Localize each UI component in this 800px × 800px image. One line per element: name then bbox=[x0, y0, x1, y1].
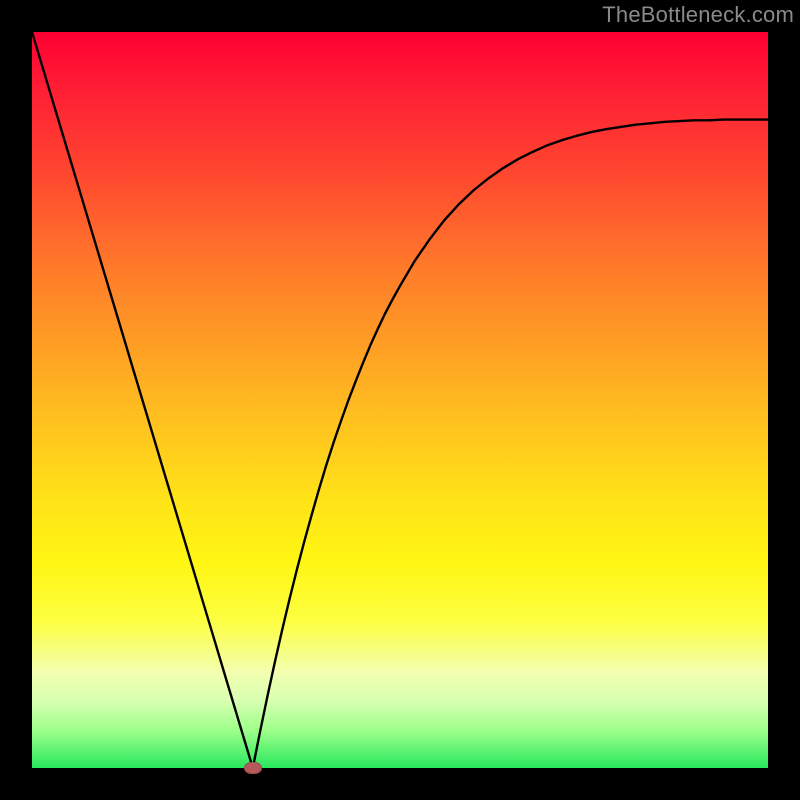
bottleneck-curve bbox=[32, 32, 768, 768]
minimum-point-marker bbox=[244, 762, 262, 774]
plot-area bbox=[32, 32, 768, 768]
watermark-text: TheBottleneck.com bbox=[602, 2, 794, 28]
chart-frame: TheBottleneck.com bbox=[0, 0, 800, 800]
curve-svg bbox=[32, 32, 768, 768]
